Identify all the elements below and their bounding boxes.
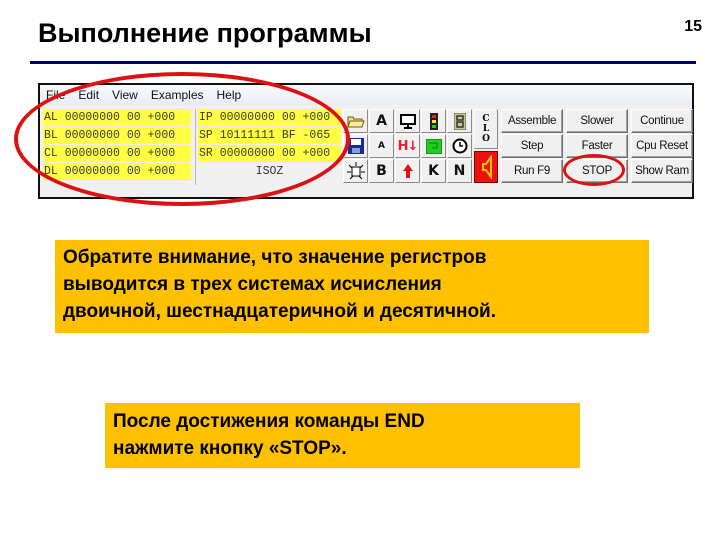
- font-a-small-icon: A: [378, 141, 385, 151]
- clo-letter-o: O: [482, 134, 490, 144]
- heater-icon: H↓: [397, 138, 419, 154]
- monitor-icon: [399, 113, 416, 129]
- speaker-icon: [482, 155, 492, 179]
- registers-note-line: двоичной, шестнадцатеричной и десятичной…: [63, 301, 497, 322]
- clo-button[interactable]: C L O: [474, 109, 498, 149]
- status-flags: ISOZ: [255, 165, 284, 178]
- letter-n-icon: N: [453, 163, 466, 179]
- traffic-lights-button[interactable]: [421, 109, 446, 133]
- seven-segment-button[interactable]: [447, 109, 472, 133]
- clo-column: C L O: [474, 109, 498, 183]
- red-arrow-up-icon: [402, 164, 413, 178]
- seven-segment-icon: [453, 112, 466, 130]
- open-file-button[interactable]: [343, 109, 368, 133]
- timer-button[interactable]: [447, 134, 472, 158]
- letter-k-icon: K: [428, 163, 439, 179]
- stop-note-line: После достижения команды END: [113, 411, 425, 432]
- snake-display-button[interactable]: [421, 134, 446, 158]
- registers-note: Обратите внимание, что значение регистро…: [55, 240, 649, 333]
- save-file-button[interactable]: [343, 134, 368, 158]
- clo-letter-c: C: [482, 114, 490, 124]
- special-registers-panel: IP 00000000 00 +000 SP 10111111 BF -065 …: [195, 109, 341, 185]
- interrupt-button[interactable]: [343, 159, 368, 183]
- command-buttons: Assemble Slower Continue Step Faster Cpu…: [501, 109, 693, 183]
- chip-icon: [346, 162, 365, 180]
- registers-note-line: выводится в трех системах исчисления: [63, 274, 442, 295]
- menu-file[interactable]: File: [46, 88, 65, 102]
- stop-button[interactable]: STOP: [566, 159, 628, 183]
- faster-button[interactable]: Faster: [566, 134, 628, 158]
- registers-note-line: Обратите внимание, что значение регистро…: [63, 247, 487, 268]
- register-sr: SR 00000000 00 +000: [198, 145, 341, 162]
- register-bl: BL 00000000 00 +000: [43, 127, 191, 144]
- letter-b-icon: B: [376, 163, 387, 179]
- clo-letter-l: L: [482, 124, 490, 134]
- menu-bar: File Edit View Examples Help: [40, 85, 692, 105]
- general-registers-panel: AL 00000000 00 +000 BL 00000000 00 +000 …: [43, 109, 191, 185]
- continue-button[interactable]: Continue: [631, 109, 693, 133]
- register-cl: CL 00000000 00 +000: [43, 145, 191, 162]
- show-ram-button[interactable]: Show Ram: [631, 159, 693, 183]
- stop-note: После достижения команды END нажмите кно…: [105, 403, 580, 468]
- slide-number: 15: [684, 18, 702, 35]
- register-sp: SP 10111111 BF -065: [198, 127, 341, 144]
- title-divider: [30, 61, 696, 64]
- menu-examples[interactable]: Examples: [151, 88, 204, 102]
- register-ip: IP 00000000 00 +000: [198, 109, 341, 126]
- sound-button[interactable]: [474, 151, 498, 183]
- run-button[interactable]: Run F9: [501, 159, 563, 183]
- clock-icon: [452, 138, 467, 154]
- menu-view[interactable]: View: [112, 88, 138, 102]
- device-icon-toolbar: A A H↓ B K N: [343, 109, 472, 183]
- lift-button[interactable]: [395, 159, 420, 183]
- assemble-button[interactable]: Assemble: [501, 109, 563, 133]
- heater-button[interactable]: H↓: [395, 134, 420, 158]
- menu-edit[interactable]: Edit: [78, 88, 99, 102]
- register-al: AL 00000000 00 +000: [43, 109, 191, 126]
- font-a-large-icon: A: [376, 113, 387, 129]
- traffic-light-icon: [429, 112, 438, 130]
- vdu-display-button[interactable]: [395, 109, 420, 133]
- step-button[interactable]: Step: [501, 134, 563, 158]
- green-display-icon: [425, 138, 442, 154]
- cpu-reset-button[interactable]: Cpu Reset: [631, 134, 693, 158]
- simulator-window-screenshot: File Edit View Examples Help AL 00000000…: [38, 83, 694, 199]
- slide-title: Выполнение программы: [38, 18, 372, 48]
- numeric-keypad-button[interactable]: N: [447, 159, 472, 183]
- letter-b-button[interactable]: B: [369, 159, 394, 183]
- stop-note-line: нажмите кнопку «STOP».: [113, 438, 347, 459]
- register-dl: DL 00000000 00 +000: [43, 163, 191, 180]
- slower-button[interactable]: Slower: [566, 109, 628, 133]
- menu-help[interactable]: Help: [217, 88, 242, 102]
- keyboard-button[interactable]: K: [421, 159, 446, 183]
- small-font-button[interactable]: A: [369, 134, 394, 158]
- open-folder-icon: [346, 116, 365, 128]
- large-font-button[interactable]: A: [369, 109, 394, 133]
- save-disk-icon: [347, 138, 364, 154]
